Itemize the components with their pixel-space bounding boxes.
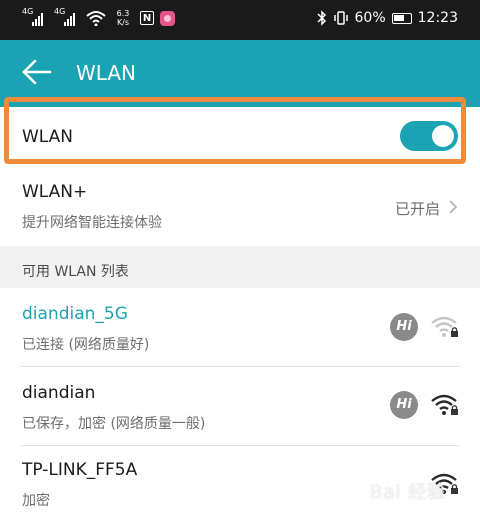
available-networks-header: 可用 WLAN 列表 (0, 246, 480, 288)
wlan-switch[interactable] (400, 121, 458, 151)
network-speed: 6.3 K/s (112, 9, 134, 27)
hi-link-badge-icon: Hi (390, 313, 418, 341)
wlan-plus-status: 已开启 (394, 200, 440, 218)
network-ssid: diandian_5G (22, 304, 128, 324)
wifi-signal-locked-icon (431, 394, 458, 415)
status-right: 60% 12:23 (316, 10, 458, 26)
battery-percent: 60% (354, 10, 386, 26)
vibrate-icon (333, 11, 348, 25)
app-notification-icon (160, 10, 175, 26)
back-arrow-icon[interactable] (20, 57, 54, 87)
wlan-plus-subtitle: 提升网络智能连接体验 (22, 215, 162, 231)
status-bar: 4G 4G 6.3 K/s N 60% 12:23 (0, 0, 480, 40)
network-ssid: diandian (22, 383, 96, 403)
nfc-icon: N (140, 11, 154, 25)
status-left: 4G 4G 6.3 K/s N (22, 8, 175, 28)
network-status: 加密 (22, 493, 50, 509)
switch-knob (432, 125, 454, 147)
section-label: 可用 WLAN 列表 (22, 264, 129, 280)
network-ssid: TP-LINK_FF5A (22, 460, 138, 480)
app-bar: WLAN (0, 40, 480, 107)
bluetooth-icon (316, 10, 326, 26)
network-status: 已连接 (网络质量好) (22, 337, 150, 353)
watermark: Bai 经验 (370, 482, 447, 503)
speed-unit: K/s (116, 18, 130, 27)
clock: 12:23 (417, 10, 458, 26)
page-title: WLAN (76, 61, 137, 85)
wlan-toggle-label: WLAN (22, 127, 74, 147)
screen: 4G 4G 6.3 K/s N 60% 12:23 WLAN WLAN WLAN… (0, 0, 480, 525)
network-item-diandian[interactable]: diandian 已保存，加密 (网络质量一般) Hi (0, 367, 480, 445)
battery-icon (391, 12, 412, 24)
wifi-status-icon (86, 11, 106, 26)
network-item-diandian-5g[interactable]: diandian_5G 已连接 (网络质量好) Hi (0, 288, 480, 366)
signal-icon-2: 4G (54, 8, 80, 28)
network-status: 已保存，加密 (网络质量一般) (22, 416, 206, 432)
signal-icon-1: 4G (22, 8, 48, 28)
hi-link-badge-icon: Hi (390, 391, 418, 419)
wifi-signal-locked-icon (431, 316, 458, 337)
chevron-right-icon (449, 200, 458, 214)
wlan-plus-title: WLAN+ (22, 182, 88, 202)
wlan-plus-row[interactable]: WLAN+ 提升网络智能连接体验 已开启 (0, 170, 480, 246)
speed-value: 6.3 (116, 9, 130, 18)
